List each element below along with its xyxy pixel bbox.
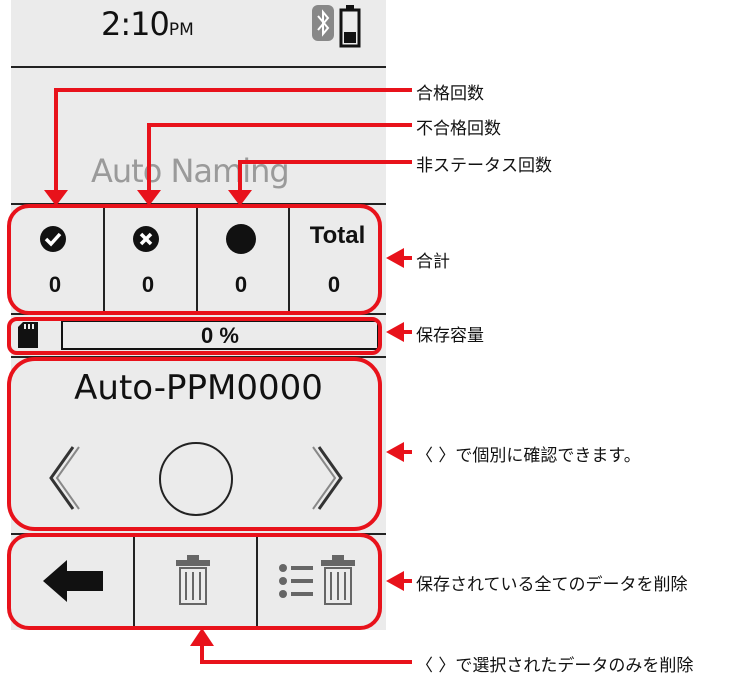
pass-count-arrow xyxy=(54,88,412,190)
callout-pass-count: 合格回数 xyxy=(416,84,484,104)
callout-fail-count: 不合格回数 xyxy=(416,119,501,139)
callout-no-status-count: 非ステータス回数 xyxy=(416,156,552,176)
no-status-arrow xyxy=(238,160,412,190)
callout-navigate: 〈 〉で個別に確認できます。 xyxy=(416,446,641,466)
delete-selected-arrow xyxy=(200,645,412,664)
callout-total: 合計 xyxy=(416,252,450,272)
callout-storage: 保存容量 xyxy=(416,326,484,346)
fail-count-arrow xyxy=(147,123,412,190)
callout-delete-selected: 〈 〉で選択されたデータのみを削除 xyxy=(416,656,694,676)
callout-delete-all: 保存されている全てのデータを削除 xyxy=(416,575,688,595)
